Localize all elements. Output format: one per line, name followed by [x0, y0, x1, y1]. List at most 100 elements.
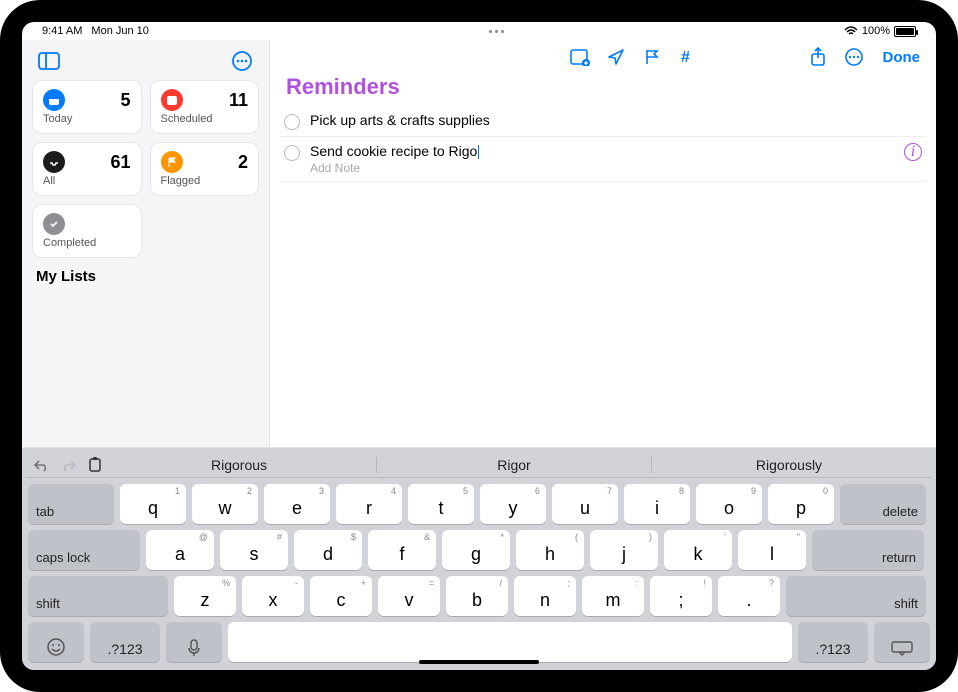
key-t[interactable]: t5	[408, 484, 474, 524]
battery-percent: 100%	[862, 25, 890, 37]
all-count: 61	[110, 152, 130, 173]
key-e[interactable]: e3	[264, 484, 330, 524]
emoji-key[interactable]	[28, 622, 84, 662]
smart-card-all[interactable]: 61 All	[32, 142, 142, 196]
key-l[interactable]: l"	[738, 530, 806, 570]
key-g[interactable]: g*	[442, 530, 510, 570]
scheduled-label: Scheduled	[161, 113, 249, 125]
suggestion[interactable]: Rigorously	[652, 457, 926, 473]
key-y[interactable]: y6	[480, 484, 546, 524]
key-.[interactable]: .?	[718, 576, 780, 616]
add-note-placeholder[interactable]: Add Note	[310, 161, 894, 175]
all-label: All	[43, 175, 131, 187]
home-indicator[interactable]	[419, 660, 539, 664]
reminder-item[interactable]: Pick up arts & crafts supplies	[280, 106, 926, 137]
suggestion[interactable]: Rigor	[377, 457, 652, 473]
sidebar: 5 Today 11 Scheduled	[22, 40, 270, 447]
suggestions-bar: Rigorous Rigor Rigorously	[102, 457, 926, 473]
calendar-add-icon[interactable]	[569, 46, 591, 68]
key-h[interactable]: h(	[516, 530, 584, 570]
list-title: Reminders	[270, 74, 936, 106]
key-b[interactable]: b/	[446, 576, 508, 616]
capslock-key[interactable]: caps lock	[28, 530, 140, 570]
complete-radio[interactable]	[284, 114, 300, 130]
main-pane: # Done Reminders Pi	[270, 40, 936, 447]
today-label: Today	[43, 113, 131, 125]
key-j[interactable]: j)	[590, 530, 658, 570]
numbers-key[interactable]: .?123	[90, 622, 160, 662]
calendar-today-icon	[43, 89, 65, 111]
suggestion[interactable]: Rigorous	[102, 457, 377, 473]
location-icon[interactable]	[605, 46, 627, 68]
key-u[interactable]: u7	[552, 484, 618, 524]
multitask-dots[interactable]	[149, 30, 844, 33]
flagged-count: 2	[238, 152, 248, 173]
delete-key[interactable]: delete	[840, 484, 926, 524]
key-a[interactable]: a@	[146, 530, 214, 570]
wifi-icon	[844, 26, 858, 36]
key-r[interactable]: r4	[336, 484, 402, 524]
battery-icon	[894, 26, 916, 37]
dismiss-keyboard-key[interactable]	[874, 622, 930, 662]
smart-card-scheduled[interactable]: 11 Scheduled	[150, 80, 260, 134]
info-details-icon[interactable]: i	[904, 143, 922, 161]
key-z[interactable]: z%	[174, 576, 236, 616]
my-lists-header: My Lists	[30, 258, 261, 285]
text-cursor	[478, 145, 479, 159]
flag-outline-icon[interactable]	[641, 46, 663, 68]
svg-text:#: #	[681, 49, 690, 66]
redo-icon[interactable]	[60, 458, 78, 472]
key-q[interactable]: q1	[120, 484, 186, 524]
tag-icon[interactable]: #	[677, 46, 699, 68]
key-d[interactable]: d$	[294, 530, 362, 570]
reminder-title[interactable]: Pick up arts & crafts supplies	[310, 112, 922, 128]
reminder-item-editing[interactable]: Send cookie recipe to Rigo Add Note i	[280, 137, 926, 182]
done-button[interactable]: Done	[879, 49, 925, 66]
calendar-icon	[161, 89, 183, 111]
key-v[interactable]: v=	[378, 576, 440, 616]
shift-key[interactable]: shift	[786, 576, 926, 616]
spacebar-key[interactable]	[228, 622, 792, 662]
today-count: 5	[120, 90, 130, 111]
status-date: Mon Jun 10	[91, 25, 148, 37]
clipboard-icon[interactable]	[88, 457, 102, 473]
key-c[interactable]: c+	[310, 576, 372, 616]
ipad-frame: 9:41 AM Mon Jun 10 100%	[0, 0, 958, 692]
key-k[interactable]: k'	[664, 530, 732, 570]
scheduled-count: 11	[229, 90, 248, 111]
more-circle-icon[interactable]	[843, 46, 865, 68]
reminders-list: Pick up arts & crafts supplies Send cook…	[270, 106, 936, 182]
key-;[interactable]: ;!	[650, 576, 712, 616]
key-x[interactable]: x-	[242, 576, 304, 616]
return-key[interactable]: return	[812, 530, 924, 570]
flagged-label: Flagged	[161, 175, 249, 187]
smart-card-today[interactable]: 5 Today	[32, 80, 142, 134]
flag-icon	[161, 151, 183, 173]
smart-card-completed[interactable]: Completed	[32, 204, 142, 258]
key-o[interactable]: o9	[696, 484, 762, 524]
sidebar-toggle-icon[interactable]	[36, 48, 62, 74]
tab-key[interactable]: tab	[28, 484, 114, 524]
status-time: 9:41 AM	[42, 25, 82, 37]
app-reminders: 5 Today 11 Scheduled	[22, 40, 936, 448]
undo-icon[interactable]	[32, 458, 50, 472]
completed-label: Completed	[43, 237, 131, 249]
detail-toolbar: # Done	[270, 40, 936, 74]
smart-card-flagged[interactable]: 2 Flagged	[150, 142, 260, 196]
reminder-title-editing[interactable]: Send cookie recipe to Rigo	[310, 143, 894, 159]
key-s[interactable]: s#	[220, 530, 288, 570]
dictation-key[interactable]	[166, 622, 222, 662]
key-w[interactable]: w2	[192, 484, 258, 524]
status-bar: 9:41 AM Mon Jun 10 100%	[22, 22, 936, 40]
share-icon[interactable]	[807, 46, 829, 68]
shift-key[interactable]: shift	[28, 576, 168, 616]
key-n[interactable]: n;	[514, 576, 576, 616]
key-m[interactable]: m:	[582, 576, 644, 616]
key-i[interactable]: i8	[624, 484, 690, 524]
inbox-icon	[43, 151, 65, 173]
key-f[interactable]: f&	[368, 530, 436, 570]
more-options-icon[interactable]	[229, 48, 255, 74]
numbers-key[interactable]: .?123	[798, 622, 868, 662]
key-p[interactable]: p0	[768, 484, 834, 524]
complete-radio[interactable]	[284, 145, 300, 161]
